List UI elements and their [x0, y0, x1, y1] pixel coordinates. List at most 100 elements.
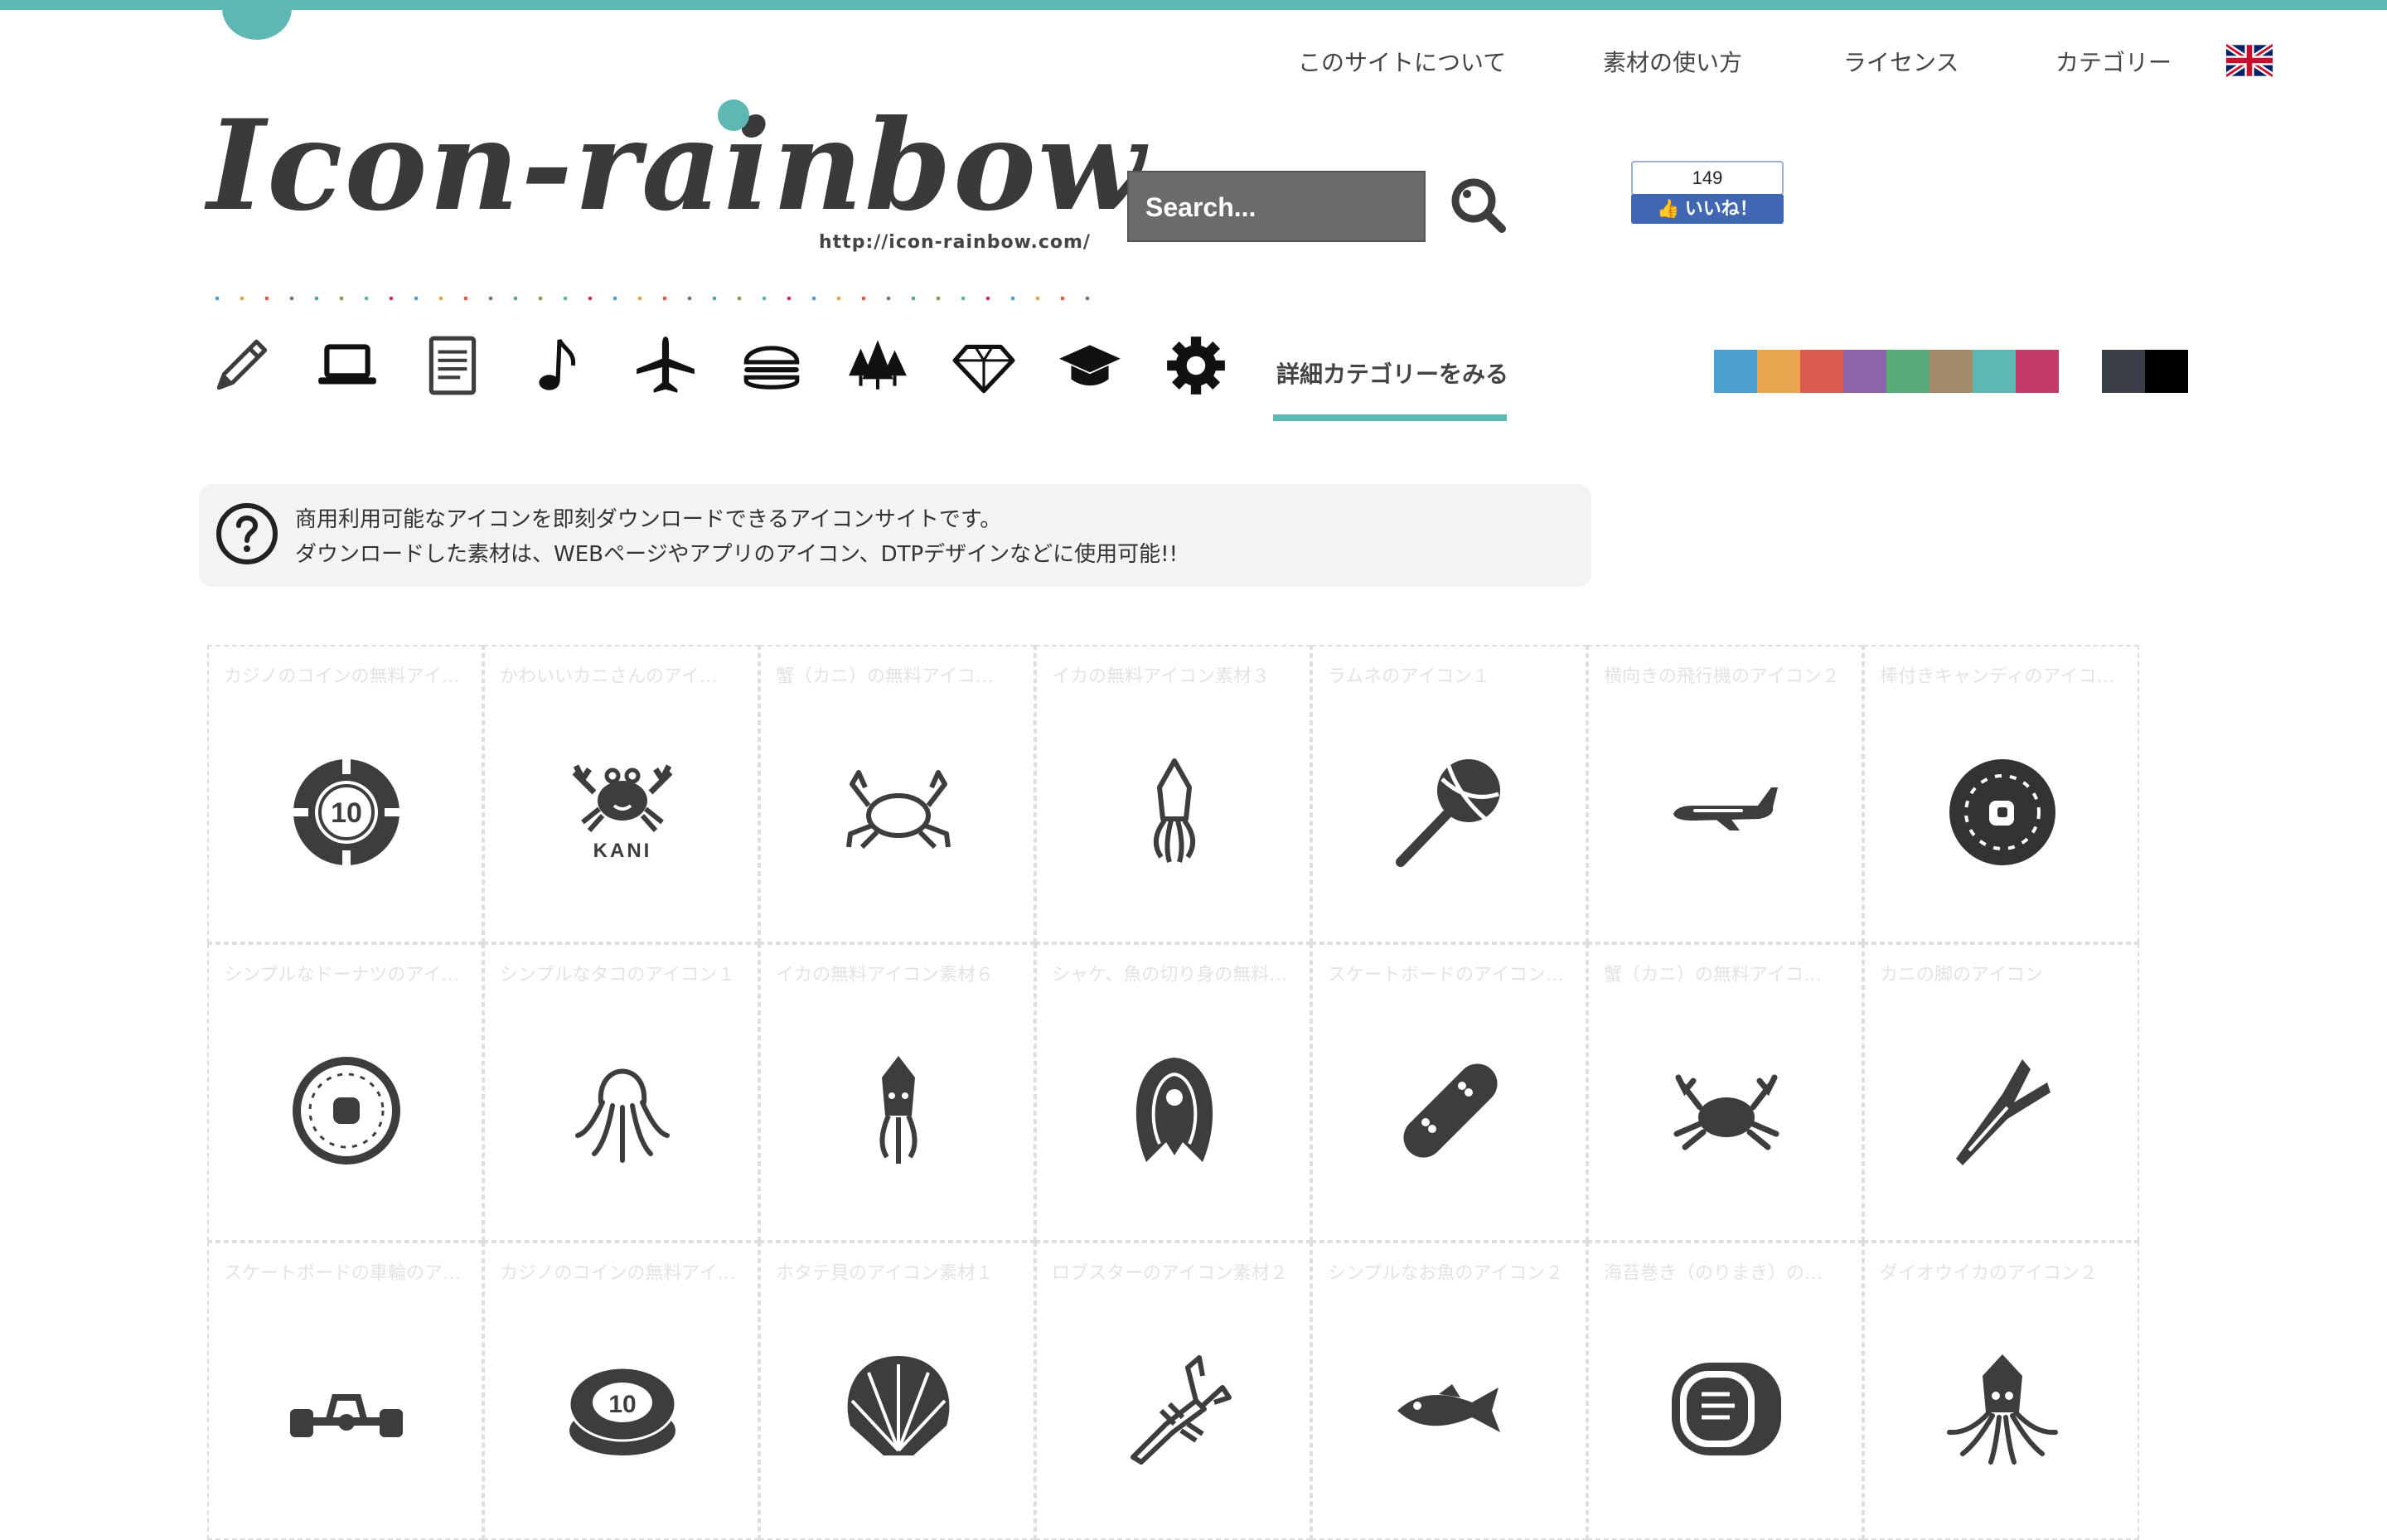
fish-icon	[1397, 1384, 1500, 1432]
icon-card[interactable]: 横向きの飛行機のアイコン２	[1587, 645, 1863, 943]
swatch-blue[interactable]	[1714, 350, 1757, 393]
icon-card[interactable]: シンプルなタコのアイコン１	[483, 943, 759, 1242]
casino-chips-icon: 10	[568, 1366, 677, 1455]
icon-card-title: かわいいカニさんのアイ…	[500, 666, 718, 687]
gear-icon[interactable]	[1162, 332, 1230, 400]
icon-card[interactable]: ロブスターのアイコン素材２	[1035, 1242, 1311, 1540]
candy-donut-icon	[1949, 759, 2055, 865]
divider-dot	[787, 296, 792, 301]
icon-card-title: 蟹（カニ）の無料アイコ…	[1604, 965, 1822, 986]
magnifier-icon[interactable]	[1449, 176, 1510, 237]
logo-text: Icon-rainbow	[207, 93, 1147, 239]
icon-card[interactable]: ラムネのアイコン１	[1311, 645, 1587, 943]
nav-license-link[interactable]: ライセンス	[1843, 45, 1959, 78]
laptop-icon[interactable]	[313, 332, 381, 400]
skateboard-icon	[1403, 1063, 1498, 1158]
search-input[interactable]: Search...	[1127, 171, 1426, 242]
icon-card[interactable]: イカの無料アイコン素材３	[1035, 645, 1311, 943]
like-count: 149	[1631, 161, 1784, 196]
sushi-roll-icon	[1672, 1363, 1781, 1455]
swatch-green[interactable]	[1886, 350, 1929, 393]
divider-dot	[861, 296, 866, 301]
icon-card-title: ラムネのアイコン１	[1328, 666, 1491, 687]
icon-card[interactable]: カジノのコインの無料アイ… 10	[207, 645, 483, 943]
divider-dot	[215, 296, 220, 301]
icon-card[interactable]: ホタテ貝のアイコン素材１	[759, 1242, 1035, 1540]
airplane-icon[interactable]	[632, 332, 700, 400]
icon-card[interactable]: スケートボードのアイコン…	[1311, 943, 1587, 1242]
like-label: いいね！	[1684, 198, 1758, 219]
intro-box: 商用利用可能なアイコンを即刻ダウンロードできるアイコンサイトです。 ダウンロード…	[199, 484, 1591, 587]
octopus-icon	[575, 1068, 670, 1163]
icon-card[interactable]: シャケ、魚の切り身の無料…	[1035, 943, 1311, 1242]
like-button[interactable]: 👍 いいね！	[1631, 194, 1784, 224]
icon-card[interactable]: 棒付きキャンディのアイコ…	[1863, 645, 2139, 943]
divider-dot	[712, 296, 717, 301]
icon-card[interactable]: シンプルなドーナツのアイ…	[207, 943, 483, 1242]
graduation-cap-icon[interactable]	[1056, 332, 1124, 400]
icon-card-title: シャケ、魚の切り身の無料…	[1052, 965, 1288, 986]
burger-icon[interactable]	[738, 332, 806, 400]
divider-dot	[1035, 296, 1040, 301]
swatch-teal[interactable]	[1973, 350, 2016, 393]
nav-howto-link[interactable]: 素材の使い方	[1603, 45, 1742, 78]
uk-flag-icon[interactable]	[2226, 43, 2273, 78]
icon-card[interactable]: イカの無料アイコン素材６	[759, 943, 1035, 1242]
swatch-brown[interactable]	[1929, 350, 1973, 393]
divider-dot	[737, 296, 742, 301]
icon-card-title: ロブスターのアイコン素材２	[1052, 1263, 1288, 1284]
divider-dot	[612, 296, 617, 301]
rainbow-dotted-divider	[215, 296, 1090, 301]
icon-card[interactable]: 蟹（カニ）の無料アイコ…	[759, 645, 1035, 943]
icon-card[interactable]: ダイオウイカのアイコン２	[1863, 1242, 2139, 1540]
divider-dot	[1010, 296, 1015, 301]
pencil-icon[interactable]	[207, 332, 275, 400]
diamond-icon[interactable]	[950, 332, 1018, 400]
svg-text:10: 10	[331, 797, 362, 829]
icon-card-title: カニの脚のアイコン	[1880, 965, 2043, 986]
top-accent-dot	[222, 0, 292, 40]
thumbs-up-icon: 👍	[1657, 198, 1685, 219]
divider-dot	[463, 296, 468, 301]
icon-card-title: スケートボードの車輪のア…	[224, 1263, 462, 1284]
active-underline	[1273, 414, 1507, 421]
facebook-like-widget[interactable]: 149 👍 いいね！	[1631, 161, 1784, 227]
notebook-icon[interactable]	[419, 332, 487, 400]
site-logo[interactable]: Icon-rainbow http://icon-rainbow.com/	[207, 91, 1145, 265]
divider-dot	[538, 296, 543, 301]
divider-dot	[1060, 296, 1065, 301]
salmon-slice-icon	[1135, 1058, 1213, 1162]
icon-card[interactable]: カニの脚のアイコン	[1863, 943, 2139, 1242]
icon-card-title: ホタテ貝のアイコン素材１	[776, 1263, 994, 1284]
casino-chip-icon: 10	[293, 759, 399, 865]
scallop-icon	[847, 1356, 950, 1455]
category-detail-link[interactable]: 詳細カテゴリーをみる	[1276, 356, 1508, 390]
swatch-purple[interactable]	[1843, 350, 1886, 393]
swatch-orange[interactable]	[1757, 350, 1800, 393]
crab-outline-icon	[846, 770, 951, 850]
divider-dot	[389, 296, 394, 301]
icon-card[interactable]: かわいいカニさんのアイ… KANI	[483, 645, 759, 943]
nav-about-link[interactable]: このサイトについて	[1298, 45, 1506, 78]
donut-icon	[293, 1057, 400, 1165]
icon-card[interactable]: 海苔巻き（のりまき）の…	[1587, 1242, 1863, 1540]
icon-card[interactable]: スケートボードの車輪のア…	[207, 1242, 483, 1540]
icon-card-title: 棒付きキャンディのアイコ…	[1880, 666, 2115, 687]
icon-card-title: 横向きの飛行機のアイコン２	[1604, 666, 1840, 687]
trees-icon[interactable]	[844, 332, 912, 400]
squid-icon	[879, 1056, 918, 1164]
icon-card[interactable]: カジノのコインの無料アイ… 10	[483, 1242, 759, 1540]
icon-card-title: カジノのコインの無料アイ…	[500, 1263, 736, 1284]
swatch-dark-gray[interactable]	[2102, 350, 2145, 393]
swatch-pink[interactable]	[2016, 350, 2059, 393]
icon-card-title: 海苔巻き（のりまき）の…	[1604, 1263, 1823, 1284]
swatch-red[interactable]	[1800, 350, 1843, 393]
icon-card-title: イカの無料アイコン素材３	[1052, 666, 1270, 687]
divider-dot	[414, 296, 419, 301]
divider-dot	[240, 296, 245, 301]
swatch-black[interactable]	[2145, 350, 2188, 393]
nav-category-link[interactable]: カテゴリー	[2055, 45, 2172, 78]
icon-card[interactable]: 蟹（カニ）の無料アイコ…	[1587, 943, 1863, 1242]
music-note-icon[interactable]	[525, 332, 593, 400]
icon-card[interactable]: シンプルなお魚のアイコン２	[1311, 1242, 1587, 1540]
